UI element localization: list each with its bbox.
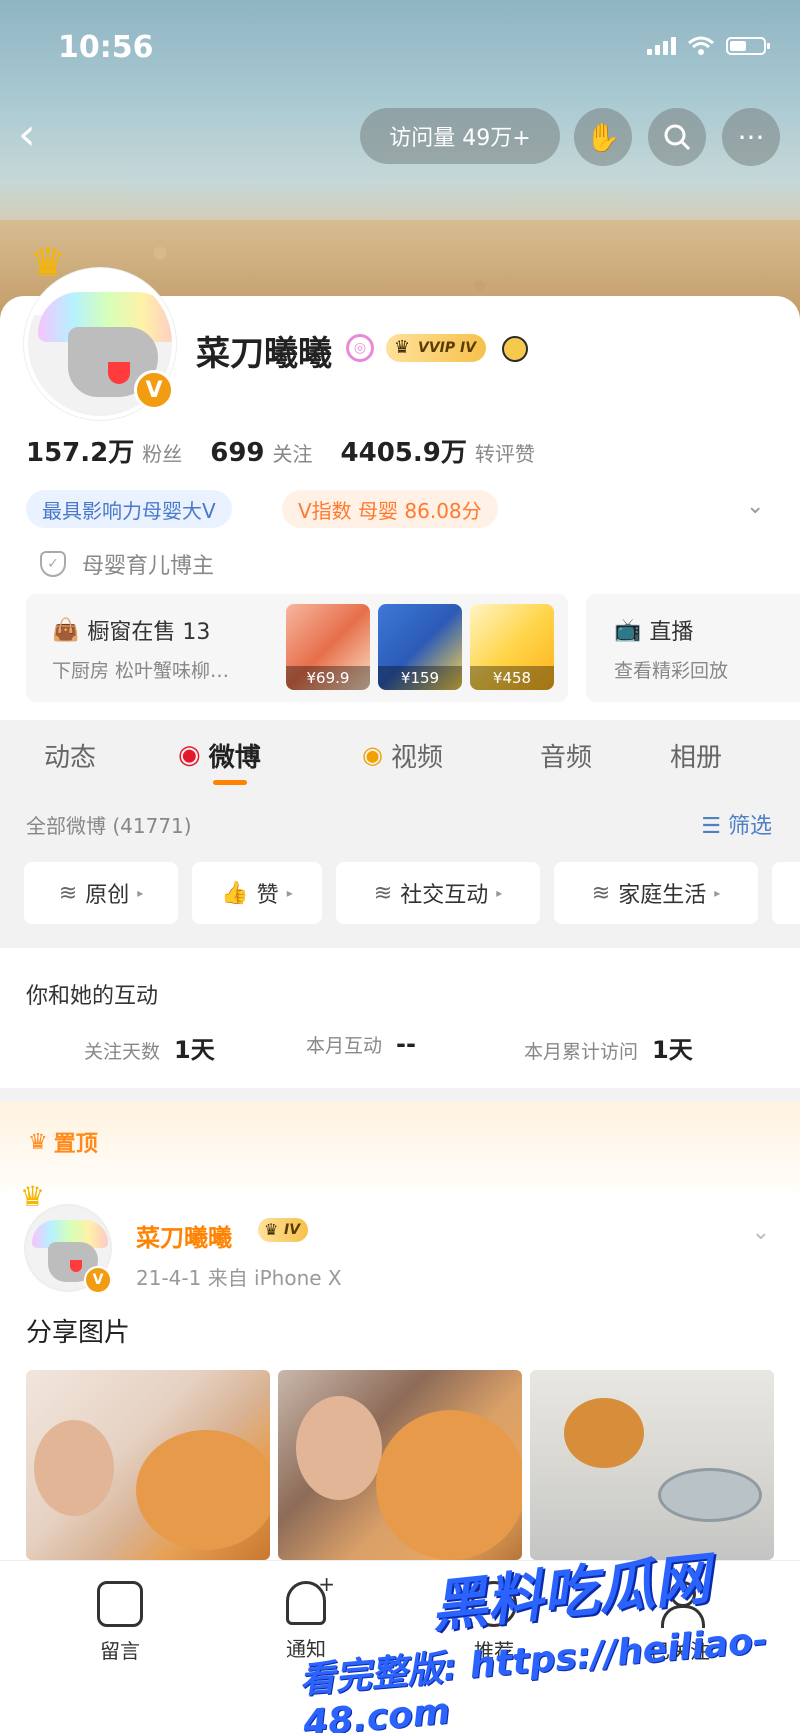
live-title-row: 📺 直播 [614,614,693,646]
certification: ✓ 母婴育儿博主 [40,548,214,580]
chip-original[interactable]: ≋ 原创 ▸ [24,862,178,924]
shop-title-row: 👜 橱窗在售 13 [52,614,210,646]
post-level-badge: IV [258,1218,309,1242]
chip-arrow-icon: ▸ [714,886,721,900]
message-icon [97,1581,143,1627]
battery-icon [726,37,770,55]
layers-icon: ≋ [591,880,611,906]
thumbs-up-icon: 👍 [221,880,249,906]
more-button[interactable]: ··· [722,108,780,166]
stat-following[interactable]: 699 关注 [210,438,312,468]
chip-like[interactable]: 👍 赞 ▸ [192,862,322,924]
post-photo-3[interactable] [530,1370,774,1560]
all-weibo-count: 全部微博 (41771) [26,814,192,838]
post-text: 分享图片 [26,1318,131,1348]
shield-icon: ✓ [40,551,66,577]
tab-album[interactable]: 相册 [670,737,722,774]
live-tv-icon: 📺 [614,617,642,643]
post-meta: 21-4-1 来自 iPhone X [136,1266,342,1290]
chip-arrow-icon: ▸ [137,886,144,900]
tab-audio[interactable]: 音频 [540,737,592,774]
wifi-icon [688,36,714,55]
status-icons [647,36,770,56]
status-time: 10:56 [58,30,154,65]
chip-more-partial[interactable] [772,862,800,924]
back-button[interactable]: ‹ [18,110,58,160]
interaction-panel: 你和她的互动 关注天数 1天 本月互动 -- 本月累计访问 1天 [0,948,800,1088]
section-divider [0,1088,800,1102]
filter-button[interactable]: ☰ 筛选 [701,808,772,840]
weibo-post[interactable]: ♛ V 菜刀曦曦 IV 21-4-1 来自 iPhone X ⌄ 分享图片 [0,1180,800,1560]
interaction-visits: 本月累计访问 1天 [524,1036,693,1064]
shop-window-card[interactable]: 👜 橱窗在售 13 下厨房 松叶蟹味柳… ¥69.9 ¥159 ¥458 [26,594,568,702]
signal-icon [647,37,676,55]
tab-video[interactable]: ◉ 视频 [362,737,443,774]
post-photo-1[interactable] [26,1370,270,1560]
profile-name: 菜刀曦曦 [196,334,332,374]
post-photo-2[interactable] [278,1370,522,1560]
hand-icon: ✋ [585,120,621,154]
chevron-down-icon[interactable]: ⌄ [746,494,770,519]
pink-badge-icon[interactable]: ◎ [346,334,374,362]
interaction-title: 你和她的互动 [26,984,159,1009]
active-tab-indicator [213,780,247,785]
shop-bag-icon: 👜 [52,617,80,643]
live-card[interactable]: 📺 直播 查看精彩回放 [586,594,800,702]
shop-price-3: ¥458 [470,666,554,690]
pinned-label: ♛ 置顶 [28,1129,98,1158]
profile-tabs: 动态 ◉ 微博 ◉ 视频 音频 相册 [0,720,800,790]
crown-icon: ♛ [30,240,66,286]
v-index-tag[interactable]: V指数 母婴 86.08分 [282,490,498,528]
weibo-logo-icon: ◉ [178,740,201,770]
post-verified-badge: V [84,1266,112,1294]
search-button[interactable] [648,108,706,166]
filter-icon: ☰ [701,814,721,839]
post-menu-chevron-icon[interactable]: ⌄ [752,1220,770,1245]
tab-dynamic[interactable]: 动态 [44,737,96,774]
chip-family[interactable]: ≋ 家庭生活 ▸ [554,862,758,924]
shop-price-1: ¥69.9 [286,666,370,690]
lock-badge-icon[interactable] [502,336,528,362]
stat-fans[interactable]: 157.2万 粉丝 [26,432,182,469]
shop-title: 橱窗在售 13 [87,620,211,645]
profile-stats: 157.2万 粉丝 699 关注 4405.9万 转评赞 [26,432,535,469]
shop-thumb-2[interactable]: ¥159 [378,604,462,690]
interaction-monthly: 本月互动 -- [306,1030,416,1058]
post-author[interactable]: 菜刀曦曦 [136,1218,232,1253]
tab-weibo[interactable]: ◉ 微博 [178,737,261,774]
nav-message[interactable]: 留言 [50,1581,190,1664]
shop-thumb-1[interactable]: ¥69.9 [286,604,370,690]
certification-label: 母婴育儿博主 [82,554,215,579]
hand-button[interactable]: ✋ [574,108,632,166]
feed-filter-bar: 全部微博 (41771) ☰ 筛选 ≋ 原创 ▸ 👍 赞 ▸ ≋ 社交互动 ▸ … [0,792,800,948]
influence-tag[interactable]: 最具影响力母婴大V [26,490,232,528]
more-icon: ··· [737,120,765,154]
visits-label: 访问量 49万+ [389,126,531,151]
live-subtitle: 查看精彩回放 [614,660,729,682]
shop-price-2: ¥159 [378,666,462,690]
crown-icon: ♛ [28,1129,48,1155]
post-crown-icon: ♛ [20,1180,46,1213]
search-icon [664,124,691,151]
pinned-header: ♛ 置顶 [0,1102,800,1202]
video-icon: ◉ [362,741,383,769]
vvip-badge[interactable]: VVIP IV [386,334,487,362]
layers-icon: ≋ [58,880,78,906]
bell-plus-icon [286,1572,335,1625]
status-bar: 10:56 [0,0,800,90]
shop-subtitle: 下厨房 松叶蟹味柳… [52,660,230,682]
chip-social[interactable]: ≋ 社交互动 ▸ [336,862,540,924]
shop-thumb-3[interactable]: ¥458 [470,604,554,690]
layers-icon: ≋ [373,880,393,906]
verified-badge: V [134,370,174,410]
live-title: 直播 [649,620,694,645]
stat-likes[interactable]: 4405.9万 转评赞 [341,432,535,469]
visits-pill[interactable]: 访问量 49万+ [360,108,560,164]
chip-arrow-icon: ▸ [286,886,293,900]
interaction-follow-days: 关注天数 1天 [84,1036,215,1064]
chip-arrow-icon: ▸ [496,886,503,900]
